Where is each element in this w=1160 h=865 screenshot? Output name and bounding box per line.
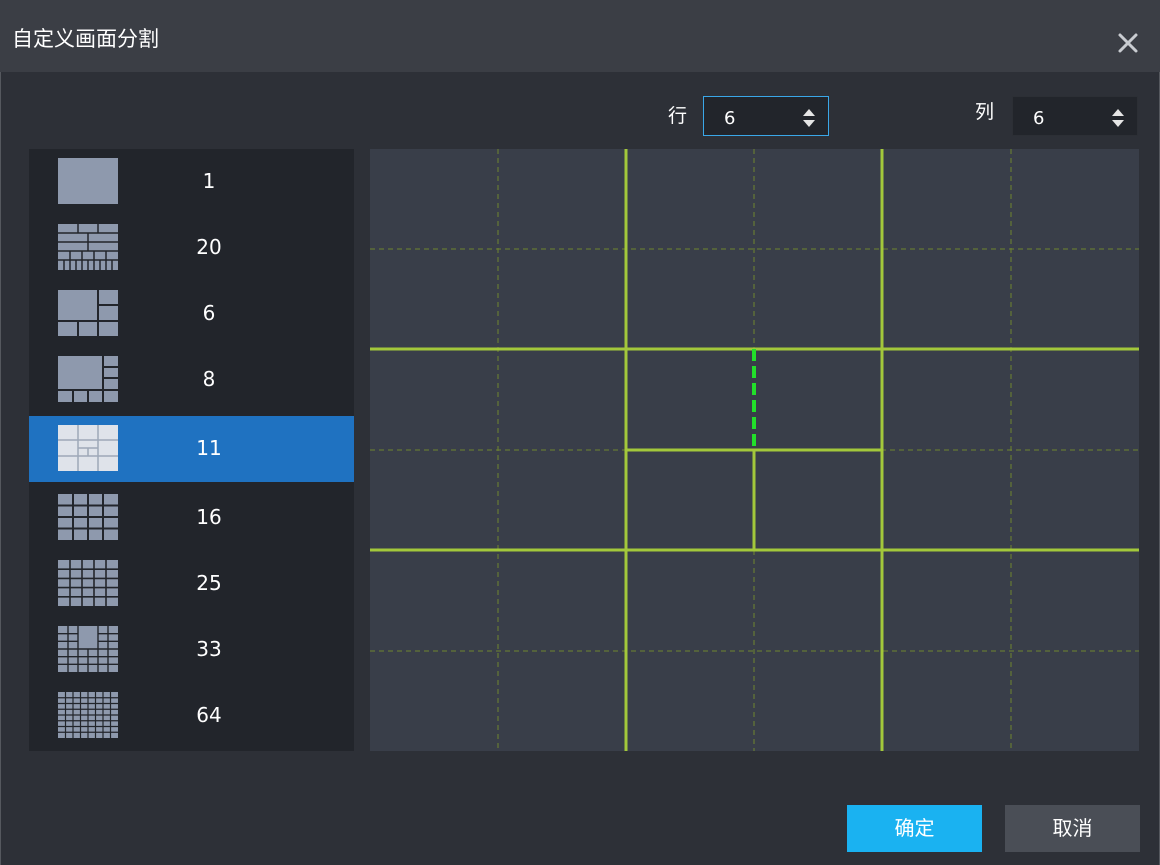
layout-item-33[interactable]: 33: [29, 617, 354, 683]
layout-list: 1 20 6 8 11 16 25 33 64: [29, 149, 354, 751]
title-bar: 自定义画面分割: [0, 0, 1160, 72]
layout-count: 16: [196, 505, 222, 529]
layout-11-icon: [58, 425, 118, 471]
layout-1-icon: [58, 158, 118, 204]
layout-item-16[interactable]: 16: [29, 485, 354, 551]
cols-label: 列: [975, 101, 995, 123]
layout-count: 33: [196, 637, 222, 661]
layout-33-icon: [58, 626, 118, 672]
rows-label: 行: [668, 105, 688, 127]
layout-count: 1: [202, 169, 216, 193]
layout-25-icon: [58, 560, 118, 606]
cols-value[interactable]: 6: [1033, 109, 1044, 129]
layout-count: 20: [196, 235, 222, 259]
dialog-title: 自定义画面分割: [12, 27, 159, 51]
layout-16-icon: [58, 494, 118, 540]
layout-count: 11: [196, 436, 222, 460]
spinner-arrows-icon[interactable]: [802, 108, 816, 128]
window-border-left: [0, 0, 1, 865]
cancel-button[interactable]: 取消: [1005, 805, 1140, 852]
layout-item-8[interactable]: 8: [29, 347, 354, 413]
layout-6-icon: [58, 290, 118, 336]
layout-count: 64: [196, 703, 222, 727]
close-icon[interactable]: [1115, 30, 1141, 56]
rows-value[interactable]: 6: [724, 109, 735, 129]
layout-count: 25: [196, 571, 222, 595]
split-editor-canvas[interactable]: [370, 149, 1139, 751]
cols-spinner[interactable]: 6: [1012, 96, 1138, 136]
rows-spinner[interactable]: 6: [703, 96, 829, 136]
layout-item-64[interactable]: 64: [29, 683, 354, 749]
layout-item-1[interactable]: 1: [29, 149, 354, 215]
layout-64-icon: [58, 692, 118, 738]
spinner-arrows-icon[interactable]: [1111, 108, 1125, 128]
layout-item-20[interactable]: 20: [29, 215, 354, 281]
layout-count: 8: [202, 367, 216, 391]
split-grid[interactable]: [370, 149, 1139, 751]
layout-count: 6: [202, 301, 216, 325]
layout-item-11[interactable]: 11: [29, 416, 354, 482]
layout-item-25[interactable]: 25: [29, 551, 354, 617]
layout-20-icon: [58, 224, 118, 270]
layout-item-6[interactable]: 6: [29, 281, 354, 347]
confirm-button[interactable]: 确定: [847, 805, 982, 852]
layout-8-icon: [58, 356, 118, 402]
